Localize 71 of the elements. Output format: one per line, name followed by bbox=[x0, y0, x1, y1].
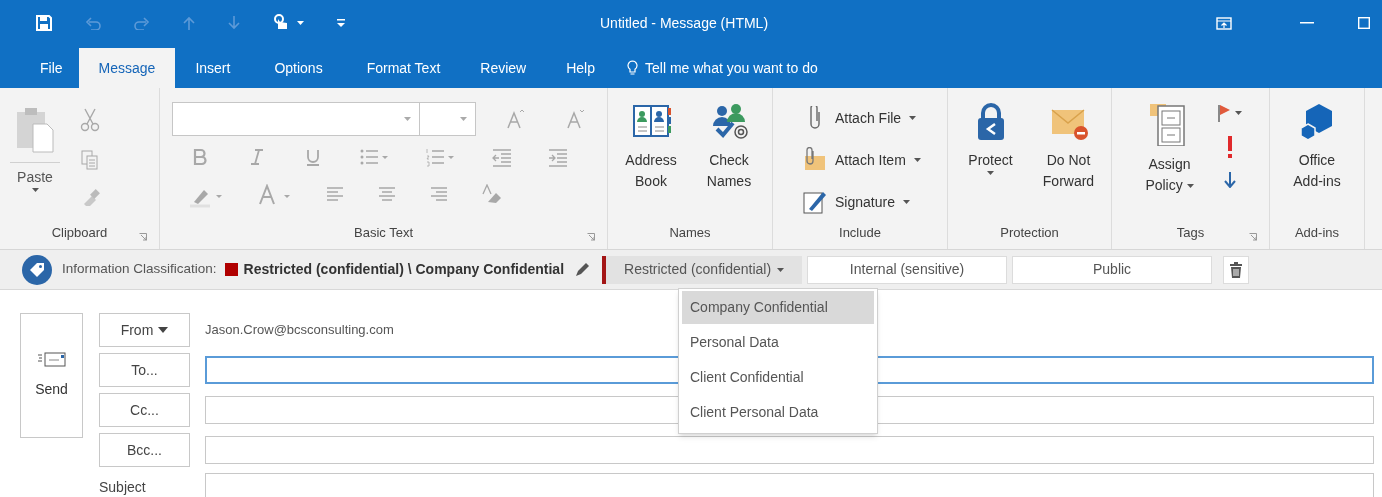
ribbon-button[interactable]: Office Add-ins bbox=[1284, 102, 1350, 223]
touch-icon[interactable] bbox=[273, 14, 289, 32]
classification-level-tab[interactable]: Public bbox=[1012, 255, 1213, 284]
redo-icon[interactable] bbox=[134, 16, 150, 30]
ribbon-tab[interactable]: Options bbox=[250, 48, 347, 88]
ribbon-tab[interactable]: Format Text bbox=[346, 48, 461, 88]
ribbon-tab[interactable]: Insert bbox=[175, 48, 251, 88]
group-label: Names bbox=[669, 224, 711, 242]
sender-address: Jason.Crow@bcsconsulting.com bbox=[205, 321, 394, 340]
window-title: Untitled - Message (HTML) bbox=[600, 13, 769, 33]
ribbon-tab[interactable]: File bbox=[24, 48, 79, 88]
caret-icon bbox=[31, 188, 39, 192]
recipient-button[interactable]: Bcc... bbox=[99, 433, 190, 467]
classification-label: Information Classification: bbox=[62, 260, 217, 279]
group-label: Tags bbox=[1176, 224, 1205, 242]
ribbon-button[interactable]: Check Names bbox=[696, 102, 762, 223]
caret-icon bbox=[460, 117, 467, 121]
menu-item[interactable]: Personal Data bbox=[682, 326, 874, 359]
menu-item[interactable]: Company Confidential bbox=[682, 291, 874, 324]
ribbon-button[interactable]: Protect bbox=[957, 102, 1024, 223]
group-label: Protection bbox=[1000, 224, 1059, 242]
down-arrow-icon[interactable] bbox=[1223, 172, 1236, 188]
classification-level-tab[interactable]: Internal (sensitive) bbox=[807, 255, 1008, 284]
up-arrow-icon[interactable] bbox=[183, 16, 195, 30]
flag-icon[interactable] bbox=[1217, 104, 1231, 122]
clipboard-icon bbox=[15, 106, 55, 154]
ribbon-tab[interactable]: Message bbox=[78, 48, 176, 88]
ribbon-button[interactable]: Do Not Forward bbox=[1035, 102, 1102, 223]
ribbon-tab[interactable]: Review bbox=[460, 48, 547, 88]
maximize-icon[interactable] bbox=[1358, 17, 1370, 29]
menu-item[interactable]: Client Personal Data bbox=[682, 396, 874, 429]
from-button[interactable]: From bbox=[99, 313, 190, 347]
ribbon-button[interactable]: Attach File bbox=[803, 102, 921, 134]
recipient-button[interactable]: Cc... bbox=[99, 393, 190, 427]
signature-icon bbox=[803, 189, 827, 215]
tag-icon bbox=[22, 254, 52, 285]
subject-field[interactable] bbox=[205, 473, 1374, 497]
group-label: Basic Text bbox=[354, 224, 413, 242]
tell-me-field[interactable]: Tell me what you want to do bbox=[627, 48, 818, 88]
classification-level-tab[interactable]: Restricted (confidential) bbox=[602, 255, 803, 284]
recipient-button[interactable]: To... bbox=[99, 353, 190, 387]
ribbon-button[interactable]: Assign Policy bbox=[1136, 102, 1203, 223]
save-icon[interactable] bbox=[36, 15, 52, 31]
paperclip-icon bbox=[810, 106, 820, 130]
ribbon-button[interactable]: Attach Item bbox=[803, 144, 921, 176]
group-label: Include bbox=[839, 224, 881, 242]
send-button[interactable]: Send bbox=[20, 313, 83, 438]
lightbulb-icon bbox=[627, 60, 638, 76]
group-label: Clipboard bbox=[51, 224, 108, 242]
send-envelope-icon bbox=[36, 351, 67, 367]
dialog-launcher-icon[interactable] bbox=[1249, 233, 1257, 241]
caret-icon bbox=[297, 21, 304, 25]
attach-item-icon bbox=[803, 147, 827, 173]
ribbon-button[interactable]: Signature bbox=[803, 186, 921, 218]
delete-button[interactable] bbox=[1223, 255, 1250, 284]
ribbon-button[interactable]: Address Book bbox=[618, 102, 684, 223]
ribbon-tab[interactable]: Help bbox=[546, 48, 615, 88]
ribbon-display-icon[interactable] bbox=[1216, 16, 1232, 30]
exclamation-icon[interactable] bbox=[1226, 136, 1233, 158]
caret-icon bbox=[404, 117, 411, 121]
undo-icon[interactable] bbox=[85, 16, 101, 30]
group-label: Add-ins bbox=[1294, 224, 1340, 242]
subject-label: Subject bbox=[99, 478, 147, 497]
minimize-icon[interactable] bbox=[1300, 22, 1314, 24]
recipient-field[interactable] bbox=[205, 436, 1374, 464]
trash-icon bbox=[1230, 261, 1243, 278]
customize-icon[interactable] bbox=[337, 19, 345, 27]
current-classification: Restricted (confidential) \ Company Confidential bbox=[243, 260, 565, 279]
caret-icon bbox=[1235, 111, 1242, 115]
pencil-icon[interactable] bbox=[574, 261, 591, 278]
caret-icon bbox=[158, 327, 169, 333]
